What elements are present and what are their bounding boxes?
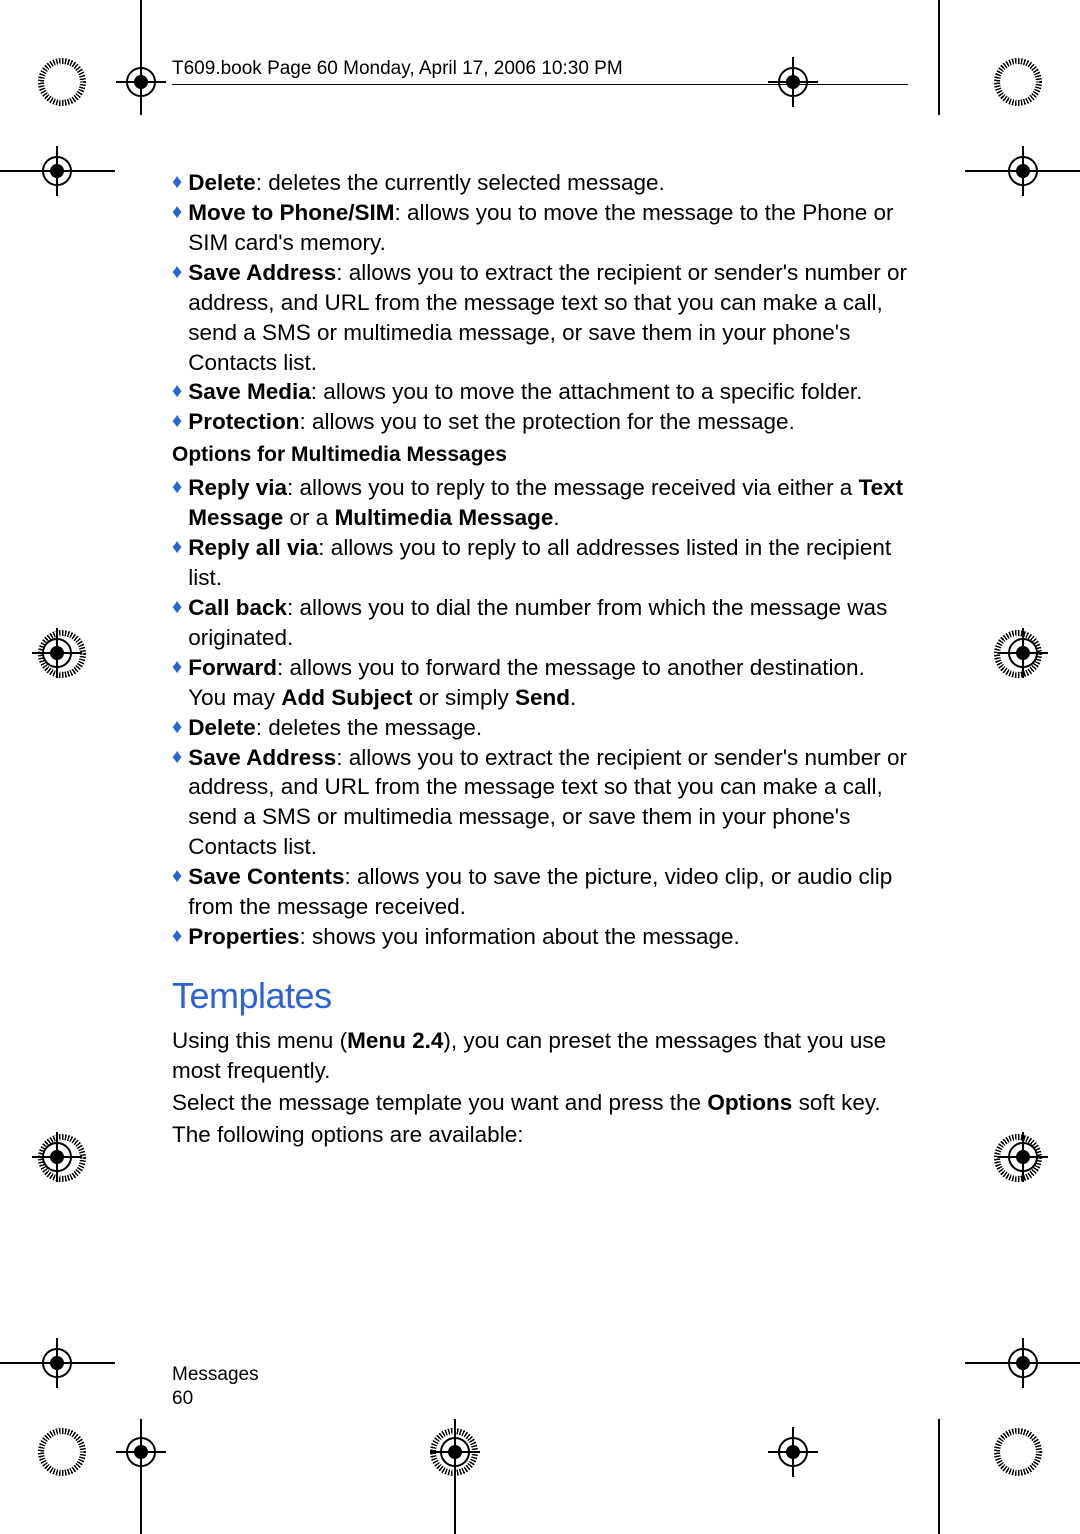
paragraph: Select the message template you want and… (172, 1088, 908, 1118)
page-footer: Messages 60 (172, 1363, 259, 1412)
diamond-bullet-icon: ♦ (172, 473, 188, 533)
list-item: ♦ Delete: deletes the message. (172, 713, 908, 743)
section-heading: Templates (172, 972, 908, 1020)
reg-gear-icon (994, 58, 1042, 106)
reg-target-icon (42, 1348, 72, 1378)
list-item: ♦ Move to Phone/SIM: allows you to move … (172, 198, 908, 258)
reg-target-icon (1008, 1348, 1038, 1378)
diamond-bullet-icon: ♦ (172, 713, 188, 743)
diamond-bullet-icon: ♦ (172, 198, 188, 258)
reg-target-icon (42, 1142, 72, 1172)
list-item: ♦ Save Media: allows you to move the att… (172, 377, 908, 407)
reg-target-icon (1008, 638, 1038, 668)
list-item: ♦ Save Address: allows you to extract th… (172, 743, 908, 863)
list-item: ♦ Call back: allows you to dial the numb… (172, 593, 908, 653)
footer-section: Messages (172, 1363, 259, 1388)
page-frame: T609.book Page 60 Monday, April 17, 2006… (152, 58, 928, 1476)
diamond-bullet-icon: ♦ (172, 862, 188, 922)
reg-gear-icon (38, 58, 86, 106)
diamond-bullet-icon: ♦ (172, 168, 188, 198)
diamond-bullet-icon: ♦ (172, 743, 188, 863)
diamond-bullet-icon: ♦ (172, 922, 188, 952)
diamond-bullet-icon: ♦ (172, 407, 188, 437)
page-body: ♦ Delete: deletes the currently selected… (172, 168, 908, 1152)
diamond-bullet-icon: ♦ (172, 593, 188, 653)
paragraph: The following options are available: (172, 1120, 908, 1150)
list-item: ♦ Save Address: allows you to extract th… (172, 258, 908, 378)
reg-target-icon (42, 638, 72, 668)
subheading: Options for Multimedia Messages (172, 441, 908, 469)
diamond-bullet-icon: ♦ (172, 258, 188, 378)
list-item: ♦ Protection: allows you to set the prot… (172, 407, 908, 437)
crop-mark (938, 0, 940, 115)
crop-mark (938, 1419, 940, 1534)
reg-target-icon (1008, 1142, 1038, 1172)
reg-gear-icon (994, 1428, 1042, 1476)
reg-target-icon (42, 156, 72, 186)
page-header: T609.book Page 60 Monday, April 17, 2006… (172, 58, 908, 85)
list-item: ♦ Delete: deletes the currently selected… (172, 168, 908, 198)
reg-gear-icon (38, 1428, 86, 1476)
list-item: ♦ Forward: allows you to forward the mes… (172, 653, 908, 713)
diamond-bullet-icon: ♦ (172, 653, 188, 713)
paragraph: Using this menu (Menu 2.4), you can pres… (172, 1026, 908, 1086)
list-item: ♦ Properties: shows you information abou… (172, 922, 908, 952)
list-item: ♦ Reply all via: allows you to reply to … (172, 533, 908, 593)
reg-target-icon (1008, 156, 1038, 186)
diamond-bullet-icon: ♦ (172, 533, 188, 593)
footer-page-number: 60 (172, 1387, 259, 1412)
list-item: ♦ Reply via: allows you to reply to the … (172, 473, 908, 533)
diamond-bullet-icon: ♦ (172, 377, 188, 407)
list-item: ♦ Save Contents: allows you to save the … (172, 862, 908, 922)
